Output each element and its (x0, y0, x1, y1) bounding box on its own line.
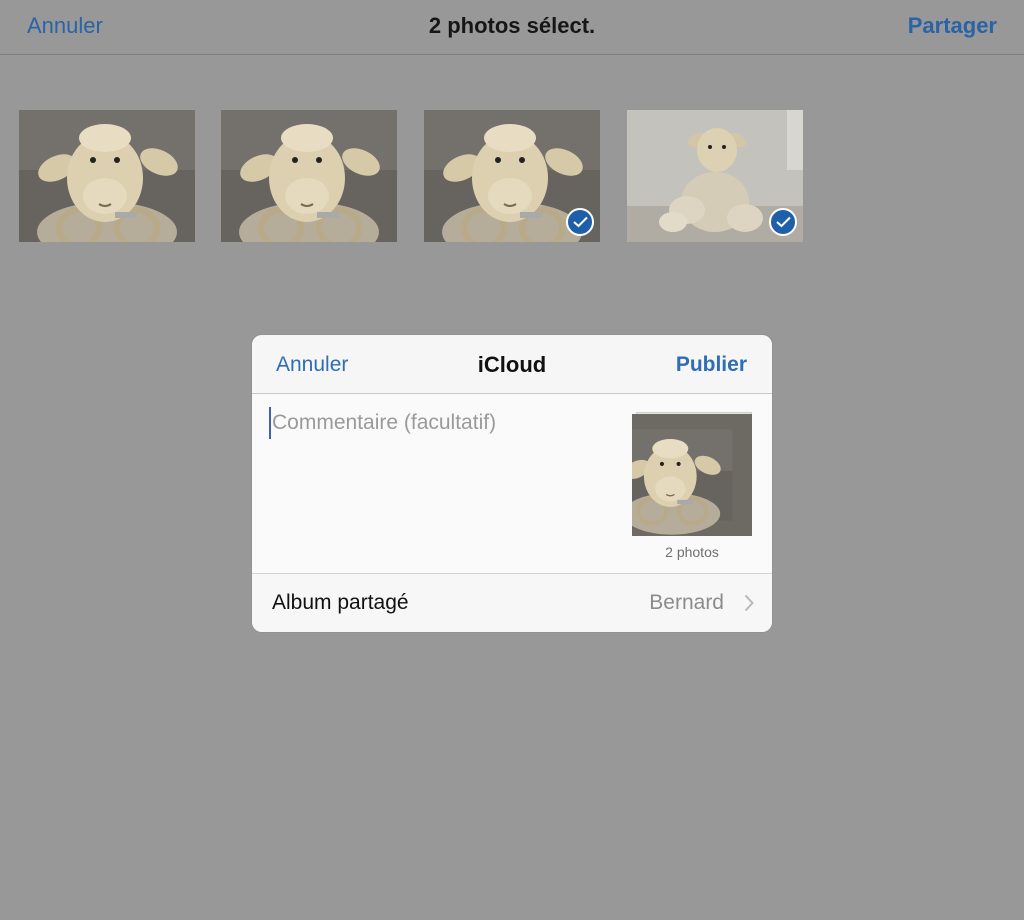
photo-thumbnail-selected[interactable] (627, 110, 803, 242)
text-cursor (269, 407, 271, 439)
chevron-right-icon (744, 594, 754, 617)
navigation-bar: Annuler 2 photos sélect. Partager (0, 0, 1024, 55)
page-title: 2 photos sélect. (428, 13, 596, 38)
photo-count-label: 2 photos (665, 544, 719, 560)
shared-album-value: Bernard (649, 591, 724, 614)
checkmark-circle-icon (769, 208, 797, 236)
publish-button[interactable]: Publier (676, 353, 747, 377)
photo-stack-preview (632, 414, 752, 536)
shared-album-row[interactable]: Album partagé Bernard (252, 573, 772, 632)
photo-image (221, 110, 397, 242)
share-button[interactable]: Partager (908, 13, 997, 39)
dialog-header: Annuler iCloud Publier (252, 335, 772, 394)
photo-thumbnail[interactable] (221, 110, 397, 242)
icloud-share-dialog: Annuler iCloud Publier Commentaire (facu… (252, 335, 772, 632)
comment-input[interactable]: Commentaire (facultatif) (272, 411, 612, 435)
photo-image (632, 414, 752, 536)
photo-thumbnail[interactable] (19, 110, 195, 242)
photo-thumbnail-selected[interactable] (424, 110, 600, 242)
checkmark-circle-icon (566, 208, 594, 236)
shared-album-label: Album partagé (272, 591, 409, 614)
photo-image (19, 110, 195, 242)
dialog-body: Commentaire (facultatif) 2 photos (252, 394, 772, 573)
